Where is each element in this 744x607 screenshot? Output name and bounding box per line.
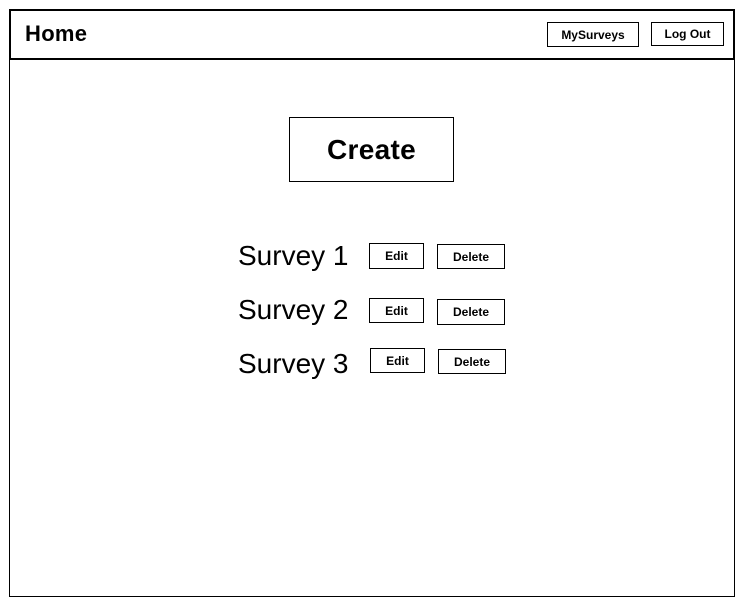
survey-name: Survey 3	[238, 348, 349, 379]
survey-name: Survey 1	[238, 240, 349, 271]
my-surveys-button[interactable]: MySurveys	[547, 22, 639, 47]
edit-button[interactable]: Edit	[369, 243, 424, 269]
delete-button[interactable]: Delete	[437, 299, 505, 325]
survey-name: Survey 2	[238, 294, 349, 325]
page-title: Home	[25, 21, 88, 46]
delete-button[interactable]: Delete	[438, 349, 506, 374]
delete-button[interactable]: Delete	[437, 244, 505, 269]
edit-button[interactable]: Edit	[370, 348, 425, 373]
edit-button[interactable]: Edit	[369, 298, 424, 323]
create-button[interactable]: Create	[289, 117, 454, 182]
logout-button[interactable]: Log Out	[651, 22, 724, 46]
